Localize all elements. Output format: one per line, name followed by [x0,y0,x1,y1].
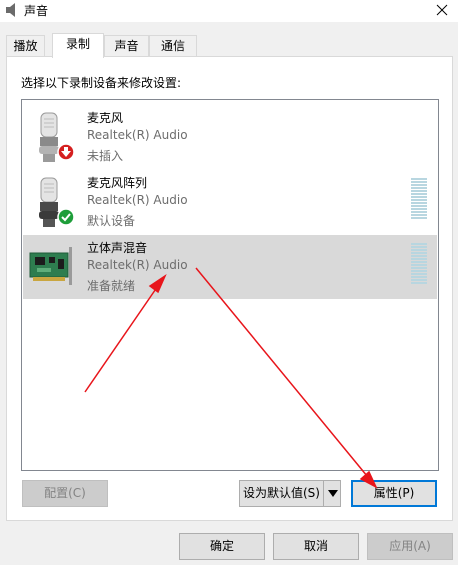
level-meter [411,243,427,291]
set-default-button[interactable]: 设为默认值(S) [239,480,324,507]
set-default-dropdown[interactable] [323,480,341,507]
device-status: 准备就绪 [87,279,136,293]
title-bar: 声音 [0,0,458,22]
device-name: 立体声混音 [87,241,148,255]
close-icon [436,4,448,16]
default-check-badge-icon [57,208,75,229]
apply-button[interactable]: 应用(A) [367,533,453,560]
recording-panel: 选择以下录制设备来修改设置: 麦克风 Realtek(R) Audio 未插入 … [6,56,453,521]
device-driver: Realtek(R) Audio [87,128,188,142]
instruction-text: 选择以下录制设备来修改设置: [21,76,182,90]
properties-button[interactable]: 属性(P) [351,480,437,507]
device-status: 默认设备 [87,214,136,228]
sound-card-icon [29,241,77,295]
device-name: 麦克风阵列 [87,176,148,190]
tab-recording[interactable]: 录制 [52,33,104,58]
tab-communications[interactable]: 通信 [149,35,197,57]
device-status: 未插入 [87,149,124,163]
tab-sounds[interactable]: 声音 [104,35,149,57]
window-title: 声音 [24,4,49,18]
level-meter [411,178,427,226]
device-driver: Realtek(R) Audio [87,193,188,207]
speaker-icon [4,2,20,18]
microphone-icon [29,111,77,165]
chevron-down-icon [328,490,338,497]
device-item-selected[interactable]: 立体声混音 Realtek(R) Audio 准备就绪 [23,235,437,299]
close-button[interactable] [428,0,458,22]
configure-button[interactable]: 配置(C) [22,480,108,507]
ok-button[interactable]: 确定 [179,533,265,560]
device-name: 麦克风 [87,111,124,125]
device-list[interactable]: 麦克风 Realtek(R) Audio 未插入 麦克风阵列 Realtek(R… [21,99,439,471]
device-driver: Realtek(R) Audio [87,258,188,272]
cancel-button[interactable]: 取消 [273,533,359,560]
unplugged-badge-icon [57,143,75,164]
microphone-icon [29,176,77,230]
tab-playback[interactable]: 播放 [6,35,45,57]
device-item[interactable]: 麦克风 Realtek(R) Audio 未插入 [23,105,437,169]
device-item[interactable]: 麦克风阵列 Realtek(R) Audio 默认设备 [23,170,437,234]
